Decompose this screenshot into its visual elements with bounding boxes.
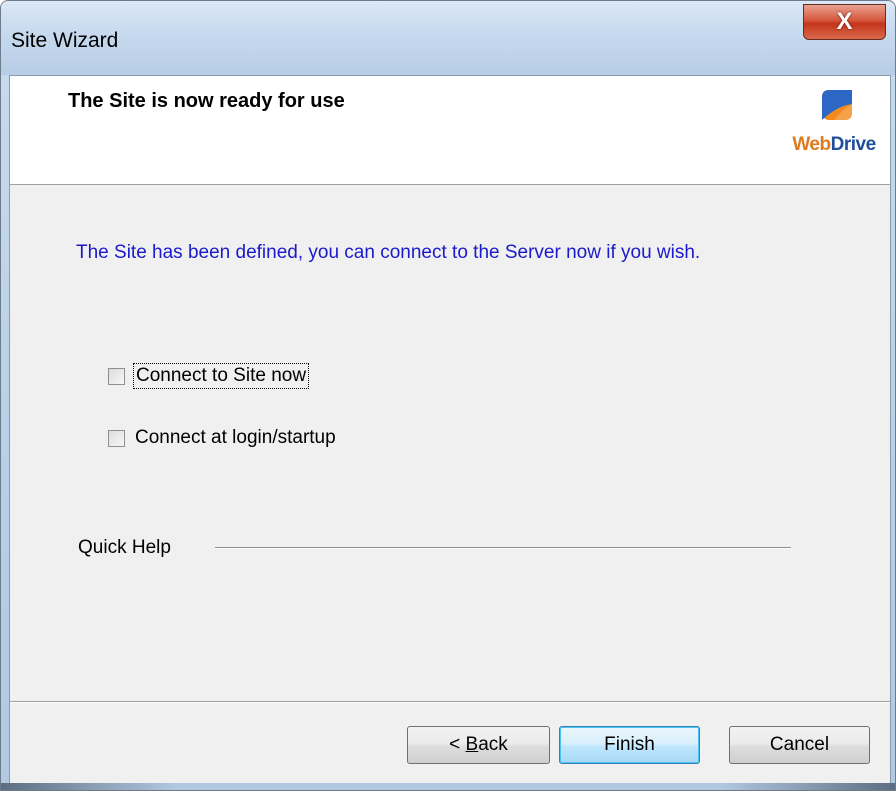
wizard-header: The Site is now ready for use WebDrive <box>10 76 890 185</box>
connect-at-login-label[interactable]: Connect at login/startup <box>133 426 338 450</box>
connect-at-login-checkbox[interactable] <box>108 429 125 447</box>
logo-drive-text: Drive <box>830 134 877 155</box>
close-button[interactable]: X <box>803 4 886 40</box>
back-mnemonic: B <box>465 734 479 755</box>
page-title: The Site is now ready for use <box>68 90 345 112</box>
back-prefix: < <box>449 734 466 755</box>
connect-now-checkbox[interactable] <box>108 367 125 385</box>
webdrive-logo-text: WebDrive <box>782 134 886 156</box>
quick-help-label: Quick Help <box>78 537 171 558</box>
finish-button[interactable]: Finish <box>559 726 700 764</box>
dialog-client-area: The Site is now ready for use WebDrive T… <box>9 75 891 784</box>
info-message: The Site has been defined, you can conne… <box>76 242 701 263</box>
back-rest: ack <box>478 734 508 755</box>
window-title: Site Wizard <box>11 29 119 52</box>
back-button[interactable]: < Back <box>407 726 550 764</box>
webdrive-logo: WebDrive <box>782 90 886 160</box>
site-wizard-window: Site Wizard X The Site is now ready for … <box>0 0 896 791</box>
logo-web-text: Web <box>792 134 831 155</box>
cancel-button[interactable]: Cancel <box>729 726 870 764</box>
connect-now-label[interactable]: Connect to Site now <box>133 363 310 389</box>
close-icon: X <box>836 8 853 35</box>
connect-at-login-option[interactable]: Connect at login/startup <box>108 426 338 450</box>
window-bottom-border <box>1 783 895 790</box>
connect-now-option[interactable]: Connect to Site now <box>108 363 310 389</box>
footer-divider <box>10 701 890 703</box>
quick-help-divider <box>215 547 791 549</box>
webdrive-logo-icon <box>822 90 852 120</box>
title-bar[interactable]: Site Wizard X <box>1 1 895 75</box>
